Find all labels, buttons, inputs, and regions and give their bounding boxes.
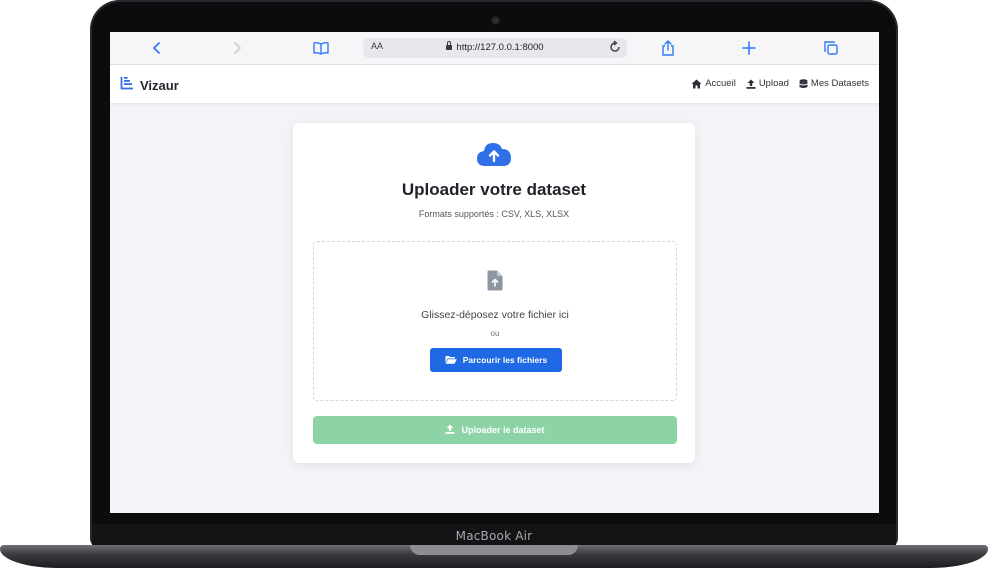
folder-open-icon	[445, 355, 457, 366]
tabs-icon[interactable]	[822, 39, 840, 57]
drop-zone[interactable]: Glissez-déposez votre fichier ici ou Par…	[313, 241, 677, 401]
file-upload-icon	[487, 270, 503, 296]
browse-files-button[interactable]: Parcourir les fichiers	[430, 348, 562, 372]
drop-instructions: Glissez-déposez votre fichier ici	[421, 309, 569, 321]
browse-files-label: Parcourir les fichiers	[462, 355, 548, 365]
back-icon[interactable]	[148, 39, 166, 57]
share-icon[interactable]	[659, 39, 677, 57]
bookmarks-icon[interactable]	[312, 39, 330, 57]
nav-links: Accueil Upload Mes Datasets	[691, 78, 869, 89]
new-tab-icon[interactable]	[740, 39, 758, 57]
screen: AA http://127.0.0.1:8000 Vizaur Accueil …	[110, 32, 879, 513]
upload-card: Uploader votre dataset Formats supportés…	[293, 123, 695, 463]
reload-icon[interactable]	[609, 40, 621, 57]
upload-icon	[445, 424, 455, 436]
nav-link-accueil[interactable]: Accueil	[691, 78, 736, 89]
lock-icon	[446, 41, 453, 50]
cloud-upload-icon	[476, 141, 512, 172]
browser-toolbar: AA http://127.0.0.1:8000	[110, 32, 879, 65]
database-icon	[799, 78, 808, 89]
supported-formats: Formats supportés : CSV, XLS, XLSX	[418, 209, 570, 219]
or-separator: ou	[490, 329, 500, 338]
nav-link-mes-datasets[interactable]: Mes Datasets	[799, 78, 869, 89]
home-icon	[691, 79, 702, 89]
upload-dataset-button[interactable]: Uploader le dataset	[313, 416, 677, 444]
brand[interactable]: Vizaur	[120, 76, 179, 95]
chart-icon	[120, 76, 134, 95]
nav-link-label: Upload	[758, 78, 789, 89]
camera	[492, 17, 499, 24]
forward-icon[interactable]	[228, 39, 246, 57]
app-navbar: Vizaur Accueil Upload Mes Datasets	[110, 65, 879, 103]
address-bar[interactable]: AA http://127.0.0.1:8000	[363, 38, 627, 58]
device-model-label: MacBook Air	[455, 529, 533, 543]
page-title: Uploader votre dataset	[401, 180, 587, 199]
url-text: http://127.0.0.1:8000	[456, 42, 544, 53]
nav-link-upload[interactable]: Upload	[746, 78, 789, 89]
upload-dataset-label: Uploader le dataset	[461, 425, 545, 435]
nav-link-label: Accueil	[705, 78, 736, 89]
upload-icon	[746, 79, 756, 89]
laptop-notch	[410, 545, 578, 555]
brand-name: Vizaur	[140, 78, 179, 93]
nav-link-label: Mes Datasets	[810, 78, 869, 89]
